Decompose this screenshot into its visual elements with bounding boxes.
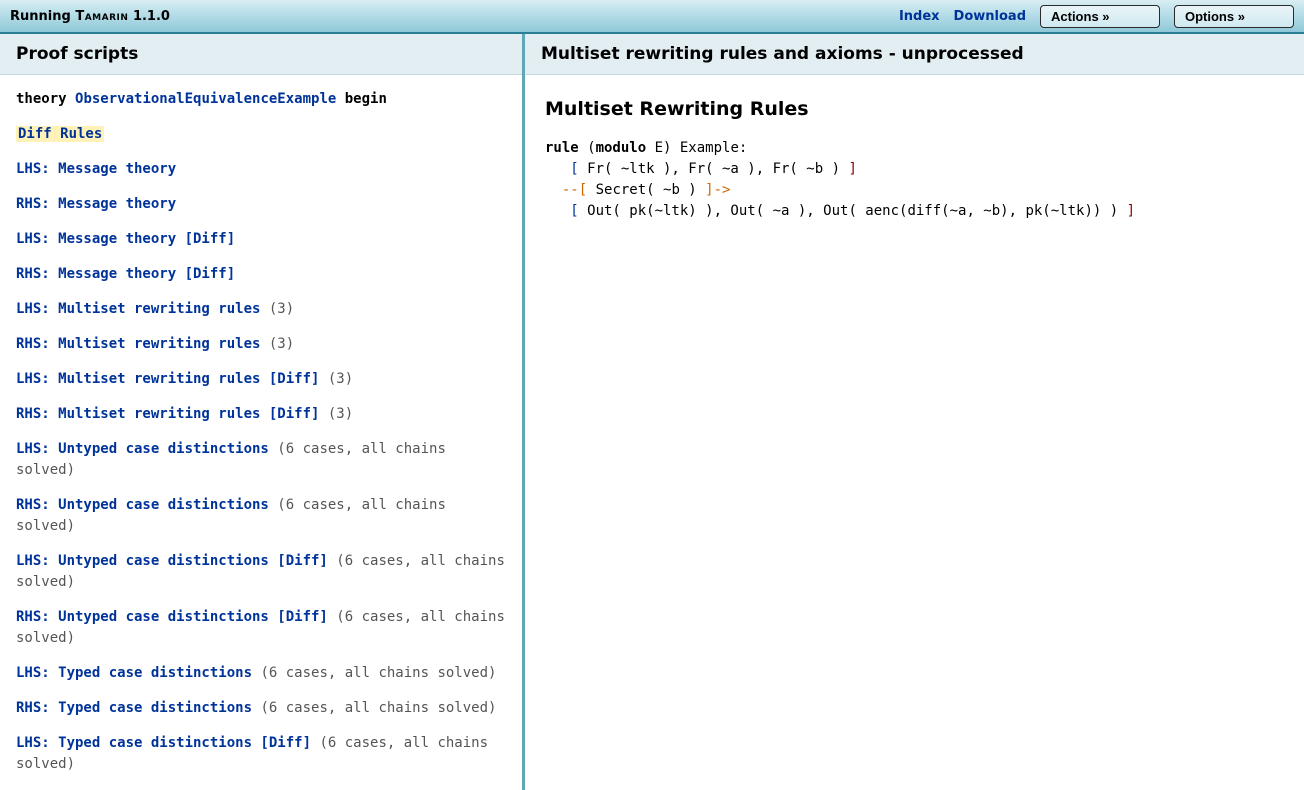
topbar: Running Tamarin 1.1.0 Index Download Act… xyxy=(0,0,1304,34)
proof-item[interactable]: LHS: Message theory xyxy=(16,159,506,180)
proof-item-link[interactable]: LHS: Typed case distinctions xyxy=(16,665,252,681)
proof-item-link[interactable]: LHS: Multiset rewriting rules xyxy=(16,301,260,317)
proof-script-body: theory ObservationalEquivalenceExample b… xyxy=(0,75,522,790)
proof-item-suffix: (3) xyxy=(319,371,353,387)
proof-item-link[interactable]: RHS: Typed case distinctions xyxy=(16,700,252,716)
proof-item[interactable]: RHS: Untyped case distinctions (6 cases,… xyxy=(16,495,506,537)
proof-item[interactable]: LHS: Typed case distinctions (6 cases, a… xyxy=(16,663,506,684)
proof-item[interactable]: LHS: Message theory [Diff] xyxy=(16,229,506,250)
index-link[interactable]: Index xyxy=(899,9,940,24)
proof-item-link[interactable]: LHS: Message theory [Diff] xyxy=(16,231,235,247)
download-link[interactable]: Download xyxy=(954,9,1026,24)
proof-item-suffix: (3) xyxy=(260,336,294,352)
running-label: Running Tamarin 1.1.0 xyxy=(10,9,170,24)
proof-item-link[interactable]: LHS: Typed case distinctions [Diff] xyxy=(16,735,311,751)
proof-item[interactable]: RHS: Message theory [Diff] xyxy=(16,264,506,285)
rule-block: rule (modulo E) Example: [ Fr( ~ltk ), F… xyxy=(545,138,1284,222)
options-button[interactable]: Options » xyxy=(1174,5,1294,28)
proof-item-suffix: (6 cases, all chains solved) xyxy=(252,665,496,681)
proof-item-link[interactable]: RHS: Untyped case distinctions xyxy=(16,497,269,513)
right-heading: Multiset Rewriting Rules xyxy=(545,95,1284,124)
theory-name-link[interactable]: ObservationalEquivalenceExample xyxy=(75,91,336,107)
proof-item-link[interactable]: LHS: Multiset rewriting rules [Diff] xyxy=(16,371,319,387)
right-panel-title: Multiset rewriting rules and axioms - un… xyxy=(525,34,1304,75)
proof-item-suffix: (6 cases, all chains solved) xyxy=(252,700,496,716)
proof-item[interactable]: LHS: Multiset rewriting rules (3) xyxy=(16,299,506,320)
proof-item[interactable]: RHS: Typed case distinctions (6 cases, a… xyxy=(16,698,506,719)
proof-item[interactable]: RHS: Message theory xyxy=(16,194,506,215)
proof-item[interactable]: RHS: Untyped case distinctions [Diff] (6… xyxy=(16,607,506,649)
actions-button[interactable]: Actions » xyxy=(1040,5,1160,28)
proof-item[interactable]: RHS: Multiset rewriting rules [Diff] (3) xyxy=(16,404,506,425)
proof-item[interactable]: LHS: Untyped case distinctions (6 cases,… xyxy=(16,439,506,481)
right-panel: Multiset rewriting rules and axioms - un… xyxy=(525,34,1304,790)
proof-item-suffix: (3) xyxy=(319,406,353,422)
left-panel: Proof scripts theory ObservationalEquiva… xyxy=(0,34,525,790)
proof-item-link[interactable]: RHS: Multiset rewriting rules [Diff] xyxy=(16,406,319,422)
proof-item-link[interactable]: LHS: Message theory xyxy=(16,161,176,177)
proof-item-link[interactable]: LHS: Untyped case distinctions xyxy=(16,441,269,457)
proof-item[interactable]: RHS: Multiset rewriting rules (3) xyxy=(16,334,506,355)
proof-item-link[interactable]: RHS: Untyped case distinctions [Diff] xyxy=(16,609,328,625)
proof-item-link[interactable]: RHS: Multiset rewriting rules xyxy=(16,336,260,352)
proof-item[interactable]: LHS: Typed case distinctions [Diff] (6 c… xyxy=(16,733,506,775)
diff-rules-item[interactable]: Diff Rules xyxy=(16,124,506,145)
right-body: Multiset Rewriting Rules rule (modulo E)… xyxy=(525,75,1304,238)
proof-item[interactable]: LHS: Untyped case distinctions [Diff] (6… xyxy=(16,551,506,593)
proof-item-link[interactable]: RHS: Message theory [Diff] xyxy=(16,266,235,282)
proof-item-link[interactable]: LHS: Untyped case distinctions [Diff] xyxy=(16,553,328,569)
left-panel-title: Proof scripts xyxy=(0,34,522,75)
proof-item[interactable]: LHS: Multiset rewriting rules [Diff] (3) xyxy=(16,369,506,390)
main: Proof scripts theory ObservationalEquiva… xyxy=(0,34,1304,790)
proof-item-suffix: (3) xyxy=(260,301,294,317)
topbar-right: Index Download Actions » Options » xyxy=(899,5,1294,28)
theory-line: theory ObservationalEquivalenceExample b… xyxy=(16,89,506,110)
proof-item-link[interactable]: RHS: Message theory xyxy=(16,196,176,212)
